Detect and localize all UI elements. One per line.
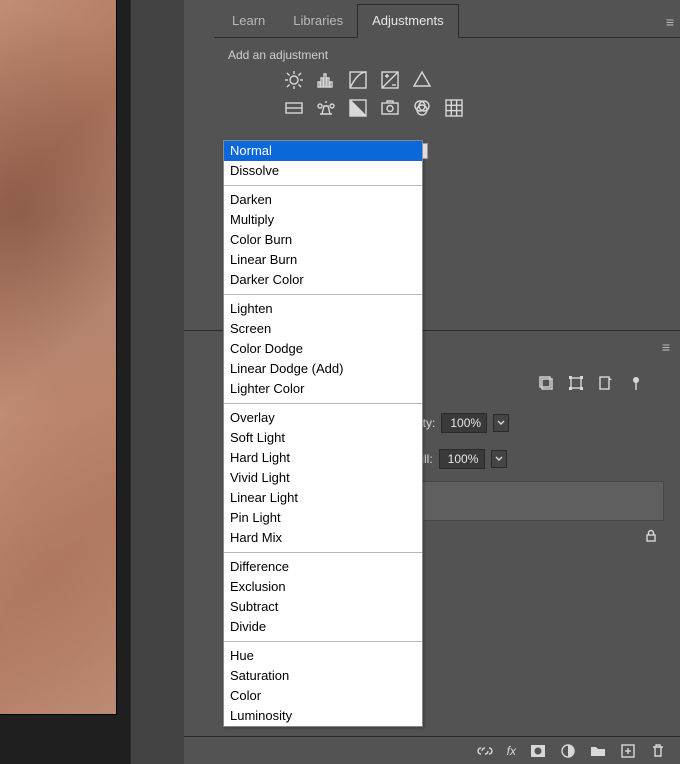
blend-mode-option[interactable]: Difference [224,557,422,577]
blend-mode-option[interactable]: Darken [224,190,422,210]
channel-mixer-icon[interactable] [412,98,432,118]
fill-row: Fill: 100% [414,449,664,469]
blend-mode-option[interactable]: Saturation [224,666,422,686]
opacity-chevron-icon[interactable] [493,414,509,432]
crop-icon[interactable] [538,375,554,391]
transform-icon[interactable] [568,375,584,391]
curves-icon[interactable] [348,70,368,90]
blend-mode-option[interactable]: Screen [224,319,422,339]
blend-mode-option[interactable]: Normal [224,141,422,161]
group-icon[interactable] [590,743,606,759]
dropdown-separator [224,185,422,186]
blend-mode-option[interactable]: Color Burn [224,230,422,250]
layers-panel-menu-icon[interactable]: ≡ [662,339,670,355]
layers-top-icon-row [538,375,644,391]
blend-mode-option[interactable]: Lighter Color [224,379,422,399]
dropdown-separator [224,294,422,295]
fill-value[interactable]: 100% [439,449,485,469]
blend-mode-option[interactable]: Luminosity [224,706,422,726]
blend-mode-option[interactable]: Linear Burn [224,250,422,270]
lut-icon[interactable] [444,98,464,118]
opacity-value[interactable]: 100% [441,413,487,433]
document-image[interactable] [0,0,117,715]
pin-icon[interactable] [628,375,644,391]
dropdown-separator [224,552,422,553]
hue-sat-icon[interactable] [284,98,304,118]
panel-tab-row: Learn Libraries Adjustments ≡ [214,4,680,38]
new-layer-icon[interactable] [620,743,636,759]
blend-mode-option[interactable]: Linear Light [224,488,422,508]
blend-mode-option[interactable]: Vivid Light [224,468,422,488]
export-icon[interactable] [598,375,614,391]
levels-icon[interactable] [316,70,336,90]
blend-mode-dropdown[interactable]: NormalDissolveDarkenMultiplyColor BurnLi… [223,140,423,727]
blend-mode-option[interactable]: Exclusion [224,577,422,597]
canvas-background [0,0,130,764]
fx-icon[interactable]: fx [507,744,516,758]
blend-mode-option[interactable]: Divide [224,617,422,637]
blend-mode-option[interactable]: Multiply [224,210,422,230]
blend-mode-option[interactable]: Hard Light [224,448,422,468]
blend-mode-option[interactable]: Linear Dodge (Add) [224,359,422,379]
brightness-contrast-icon[interactable] [284,70,304,90]
layer-row[interactable] [416,481,664,521]
adjustments-panel: Learn Libraries Adjustments ≡ Add an adj… [214,4,680,132]
tab-libraries[interactable]: Libraries [279,5,357,37]
lock-icon[interactable] [644,529,658,543]
color-balance-icon[interactable] [316,98,336,118]
panel-menu-icon[interactable]: ≡ [666,14,674,30]
layers-bottom-bar: fx [184,736,680,764]
dropdown-separator [224,641,422,642]
layer-row-bg[interactable] [416,523,664,551]
photo-filter-icon[interactable] [380,98,400,118]
blend-mode-option[interactable]: Pin Light [224,508,422,528]
dropdown-scroll-cue [422,143,428,159]
vibrance-icon[interactable] [412,70,432,90]
adjustment-icon-row-2 [284,98,666,118]
exposure-icon[interactable] [380,70,400,90]
opacity-row: city: 100% [414,413,664,433]
blend-mode-option[interactable]: Color Dodge [224,339,422,359]
blend-mode-option[interactable]: Subtract [224,597,422,617]
bw-icon[interactable] [348,98,368,118]
panel-dock-strip [130,0,184,764]
adjustment-icon-row-1 [284,70,666,90]
mask-icon[interactable] [530,743,546,759]
blend-mode-option[interactable]: Overlay [224,408,422,428]
blend-mode-option[interactable]: Dissolve [224,161,422,181]
blend-mode-option[interactable]: Lighten [224,299,422,319]
dropdown-separator [224,403,422,404]
link-icon[interactable] [477,743,493,759]
adjustment-icon[interactable] [560,743,576,759]
tab-learn[interactable]: Learn [218,5,279,37]
blend-mode-option[interactable]: Hard Mix [224,528,422,548]
blend-mode-option[interactable]: Hue [224,646,422,666]
tab-adjustments[interactable]: Adjustments [357,4,459,38]
blend-mode-option[interactable]: Soft Light [224,428,422,448]
fill-chevron-icon[interactable] [491,450,507,468]
trash-icon[interactable] [650,743,666,759]
blend-mode-option[interactable]: Color [224,686,422,706]
add-adjustment-label: Add an adjustment [228,48,666,62]
blend-mode-option[interactable]: Darker Color [224,270,422,290]
